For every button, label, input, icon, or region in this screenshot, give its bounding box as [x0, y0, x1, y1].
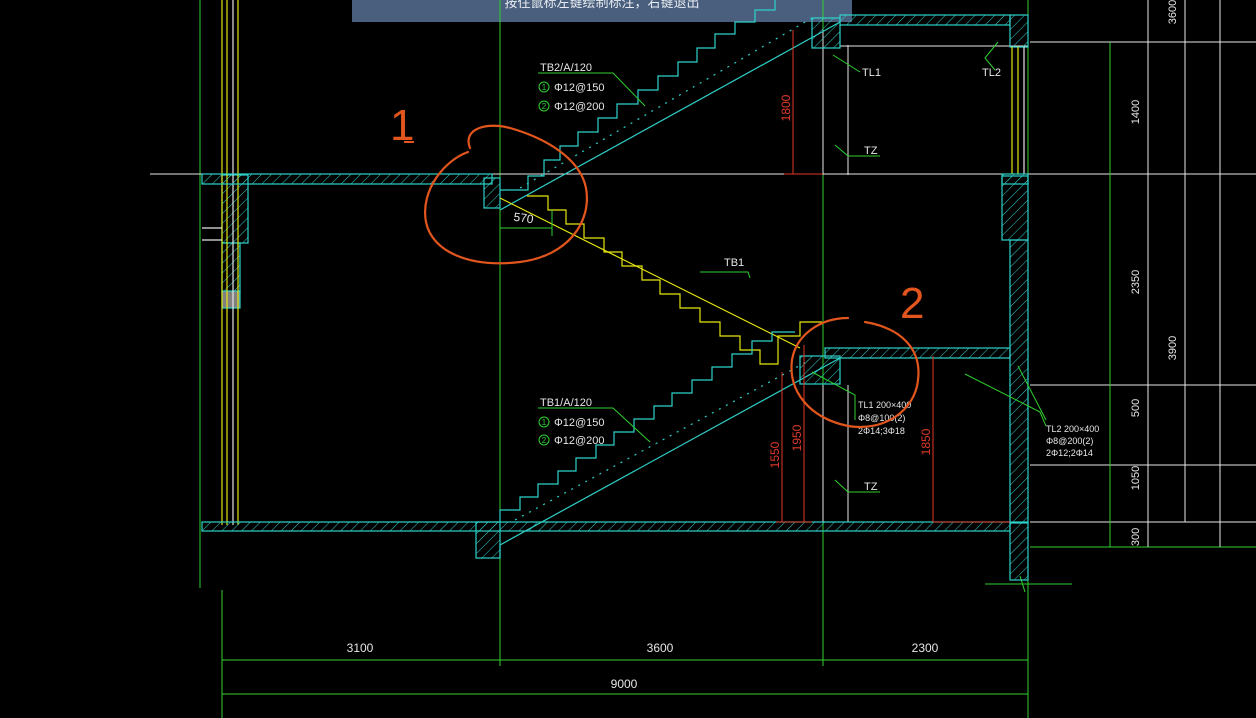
label-tl1-top: TL1: [862, 67, 881, 79]
dim-landing-570: 570: [513, 210, 535, 227]
dim-right-500: 500: [1130, 399, 1142, 417]
elevation-dimensions: [776, 30, 1010, 523]
label-tb1-bottom: TB1/A/120: [540, 397, 592, 409]
dim-right-300: 300: [1130, 528, 1142, 546]
label-tl2-spec-1: TL2 200×400: [1046, 424, 1099, 434]
dim-lower-1950: 1950: [790, 424, 804, 451]
grid-lines: [199, 0, 1256, 718]
dim-right-3600: 3600: [1167, 0, 1179, 24]
rebar-mark-tb2-2: 2: [542, 102, 547, 111]
label-tz-bottom: TZ: [864, 481, 878, 493]
label-tl2-spec-2: Φ8@200(2): [1046, 436, 1093, 446]
label-tb2-rebar1: Φ12@150: [554, 82, 605, 94]
label-tl2-top: TL2: [982, 67, 1001, 79]
dim-right-3900: 3900: [1167, 336, 1179, 360]
dim-right-1400: 1400: [1130, 100, 1142, 124]
markup-number-2: 2: [900, 279, 924, 328]
rebar-marks: [538, 81, 550, 446]
dim-top-flight-height: 1800: [779, 94, 793, 121]
rebar-mark-tb1-1: 1: [542, 418, 547, 427]
label-tb2: TB2/A/120: [540, 62, 592, 74]
stair-section-drawing[interactable]: 1800 1550 1950 1850 570 3100 3600 2300 9…: [0, 0, 1256, 718]
rebar-mark-tb2-1: 1: [542, 83, 547, 92]
label-tl1-spec-1: TL1 200×400: [858, 400, 911, 410]
label-tb1-rebar1: Φ12@150: [554, 417, 605, 429]
dim-span-total: 9000: [611, 677, 638, 691]
dim-span-middle: 3600: [647, 641, 674, 655]
dim-span-left: 3100: [347, 641, 374, 655]
label-tb1-rebar2: Φ12@200: [554, 435, 605, 447]
label-tb1: TB1: [724, 257, 744, 269]
label-tb2-rebar2: Φ12@200: [554, 101, 605, 113]
structure-lines: [150, 0, 1256, 547]
label-tl2-spec-3: 2Φ12;2Φ14: [1046, 448, 1093, 458]
rebar-mark-tb1-2: 2: [542, 436, 547, 445]
dim-right-1050: 1050: [1130, 466, 1142, 490]
markup-annotations[interactable]: [424, 124, 920, 429]
dim-span-right: 2300: [912, 641, 939, 655]
dim-lower-1550: 1550: [768, 441, 782, 468]
label-tz-top: TZ: [864, 145, 878, 157]
dim-right-2350: 2350: [1130, 270, 1142, 294]
stair-flight-tb1: [499, 195, 822, 365]
dim-lower-1850: 1850: [919, 428, 933, 455]
landing-dimension: 570: [499, 210, 553, 236]
